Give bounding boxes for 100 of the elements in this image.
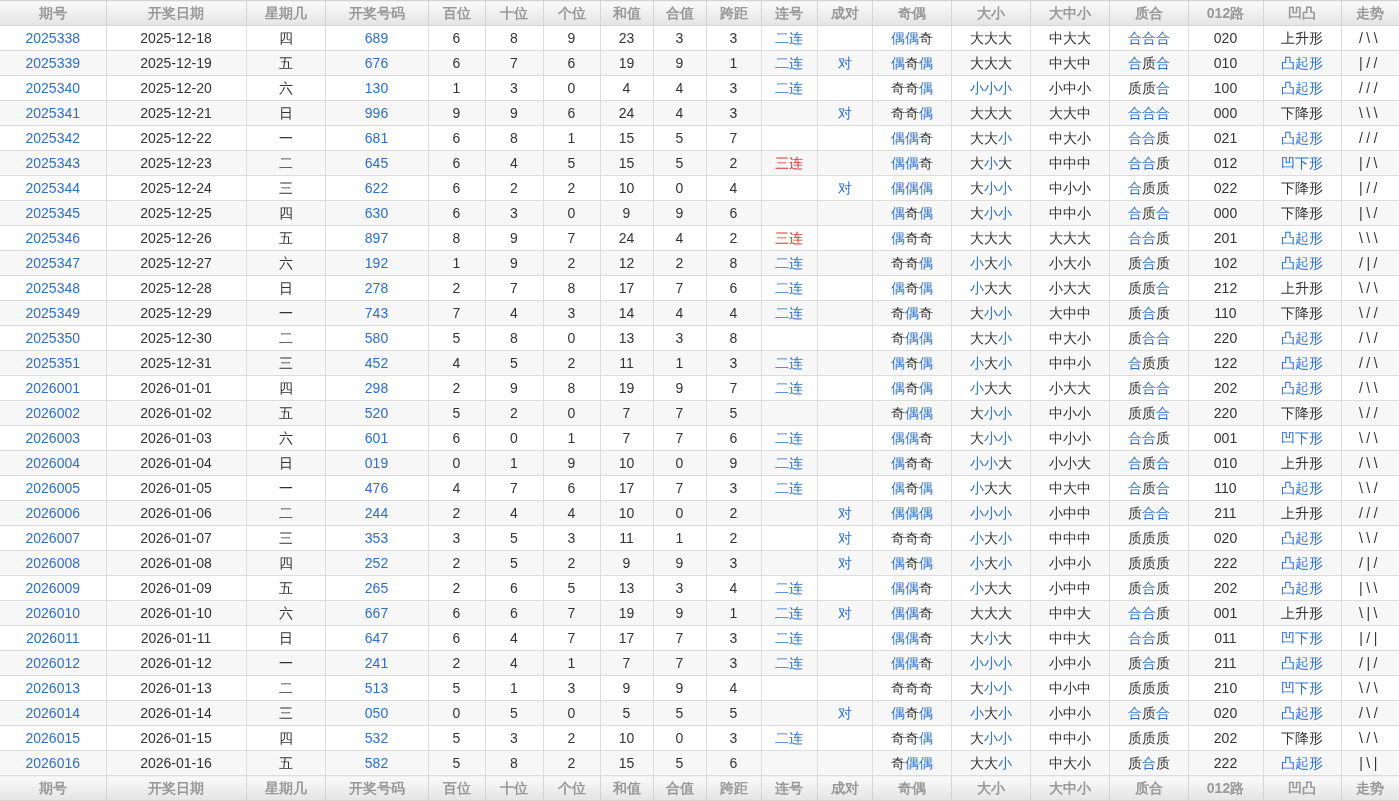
table-cell: 小大小 [951,250,1030,276]
table-cell: 7 [600,400,653,426]
table-cell: 5 [485,700,543,726]
table-cell: 2026-01-16 [106,750,246,776]
table-cell: 凹下形 [1263,625,1341,651]
table-cell: 15 [600,750,653,776]
table-cell: 9 [485,375,543,401]
table-cell: 6 [543,475,600,501]
table-cell: /|/ [1341,250,1399,276]
column-header: 期号 [0,0,106,26]
table-cell: 奇奇偶 [872,100,951,126]
table-cell: 凸起形 [1263,550,1341,576]
table-cell: 4 [485,500,543,526]
table-cell: 2 [428,275,485,301]
table-cell: 5 [706,400,761,426]
table-cell: 9 [653,50,706,76]
table-cell: 667 [325,600,428,626]
table-cell: 2 [543,725,600,751]
table-cell: 小小大 [1030,450,1109,476]
table-cell: 二连 [761,425,817,451]
table-cell: 质质合 [1109,400,1188,426]
table-cell: 13 [600,575,653,601]
table-cell: 252 [325,550,428,576]
table-cell: 0 [485,425,543,451]
table-cell: 2025-12-28 [106,275,246,301]
table-cell: \\/ [1341,525,1399,551]
table-cell: 244 [325,500,428,526]
table-cell: 2025351 [0,350,106,376]
table-cell: 小大小 [951,525,1030,551]
table-cell: 1 [485,450,543,476]
table-cell: 2026-01-10 [106,600,246,626]
table-cell: 2026-01-12 [106,650,246,676]
table-cell: 5 [428,325,485,351]
table-cell: 12 [600,250,653,276]
table-cell: 2026002 [0,400,106,426]
table-cell: 11 [600,525,653,551]
table-cell: 7 [600,650,653,676]
table-cell: 3 [706,725,761,751]
table-cell: 五 [246,225,325,251]
table-cell: 小中中 [1030,500,1109,526]
table-cell: 大小小 [951,175,1030,201]
table-cell: 17 [600,275,653,301]
table-cell: 2025-12-25 [106,200,246,226]
table-cell: 647 [325,625,428,651]
table-cell: 222 [1188,750,1263,776]
table-cell: 0 [543,75,600,101]
table-cell: \/\ [1341,725,1399,751]
table-cell: 二 [246,675,325,701]
table-cell: 2026009 [0,575,106,601]
table-cell: 2025341 [0,100,106,126]
table-cell: 11 [600,350,653,376]
table-cell: 合质合 [1109,200,1188,226]
table-cell: 二 [246,150,325,176]
table-cell: 0 [653,450,706,476]
table-cell: 二连 [761,75,817,101]
table-cell: 中中大 [1030,600,1109,626]
table-cell: 6 [428,125,485,151]
table-cell: 二连 [761,250,817,276]
column-header: 凹凸 [1263,775,1341,801]
table-cell: 7 [706,375,761,401]
table-cell: 220 [1188,400,1263,426]
table-cell: 4 [485,625,543,651]
table-cell: 6 [706,200,761,226]
column-header: 奇偶 [872,0,951,26]
table-cell: 5 [653,125,706,151]
table-cell: 2025340 [0,75,106,101]
table-cell: 3 [706,350,761,376]
table-cell: 5 [428,400,485,426]
table-cell: 202 [1188,375,1263,401]
table-cell: /// [1341,75,1399,101]
table-cell: 六 [246,600,325,626]
table-cell: 7 [653,400,706,426]
table-cell: 1 [543,125,600,151]
table-cell: 日 [246,100,325,126]
table-cell: 凹下形 [1263,150,1341,176]
column-header: 跨距 [706,0,761,26]
table-cell: 小小小 [951,75,1030,101]
table-cell: 211 [1188,500,1263,526]
table-cell: 4 [706,575,761,601]
table-cell: |// [1341,50,1399,76]
table-cell: 上升形 [1263,600,1341,626]
table-cell: 2 [706,150,761,176]
table-cell: 二连 [761,475,817,501]
table-cell: 下降形 [1263,100,1341,126]
table-cell: 合合质 [1109,150,1188,176]
table-cell: 小大大 [951,575,1030,601]
table-cell: 3 [706,75,761,101]
table-cell: 9 [485,100,543,126]
table-cell: 6 [485,600,543,626]
table-cell: 大小小 [951,725,1030,751]
column-header: 合值 [653,0,706,26]
table-cell: 大大小 [951,125,1030,151]
table-cell: 奇偶偶 [872,325,951,351]
table-cell: 凸起形 [1263,50,1341,76]
table-cell: 000 [1188,100,1263,126]
column-header: 个位 [543,0,600,26]
table-cell: 偶偶偶 [872,500,951,526]
table-cell: 4 [653,225,706,251]
table-cell: 4 [653,75,706,101]
table-cell: 2 [428,500,485,526]
